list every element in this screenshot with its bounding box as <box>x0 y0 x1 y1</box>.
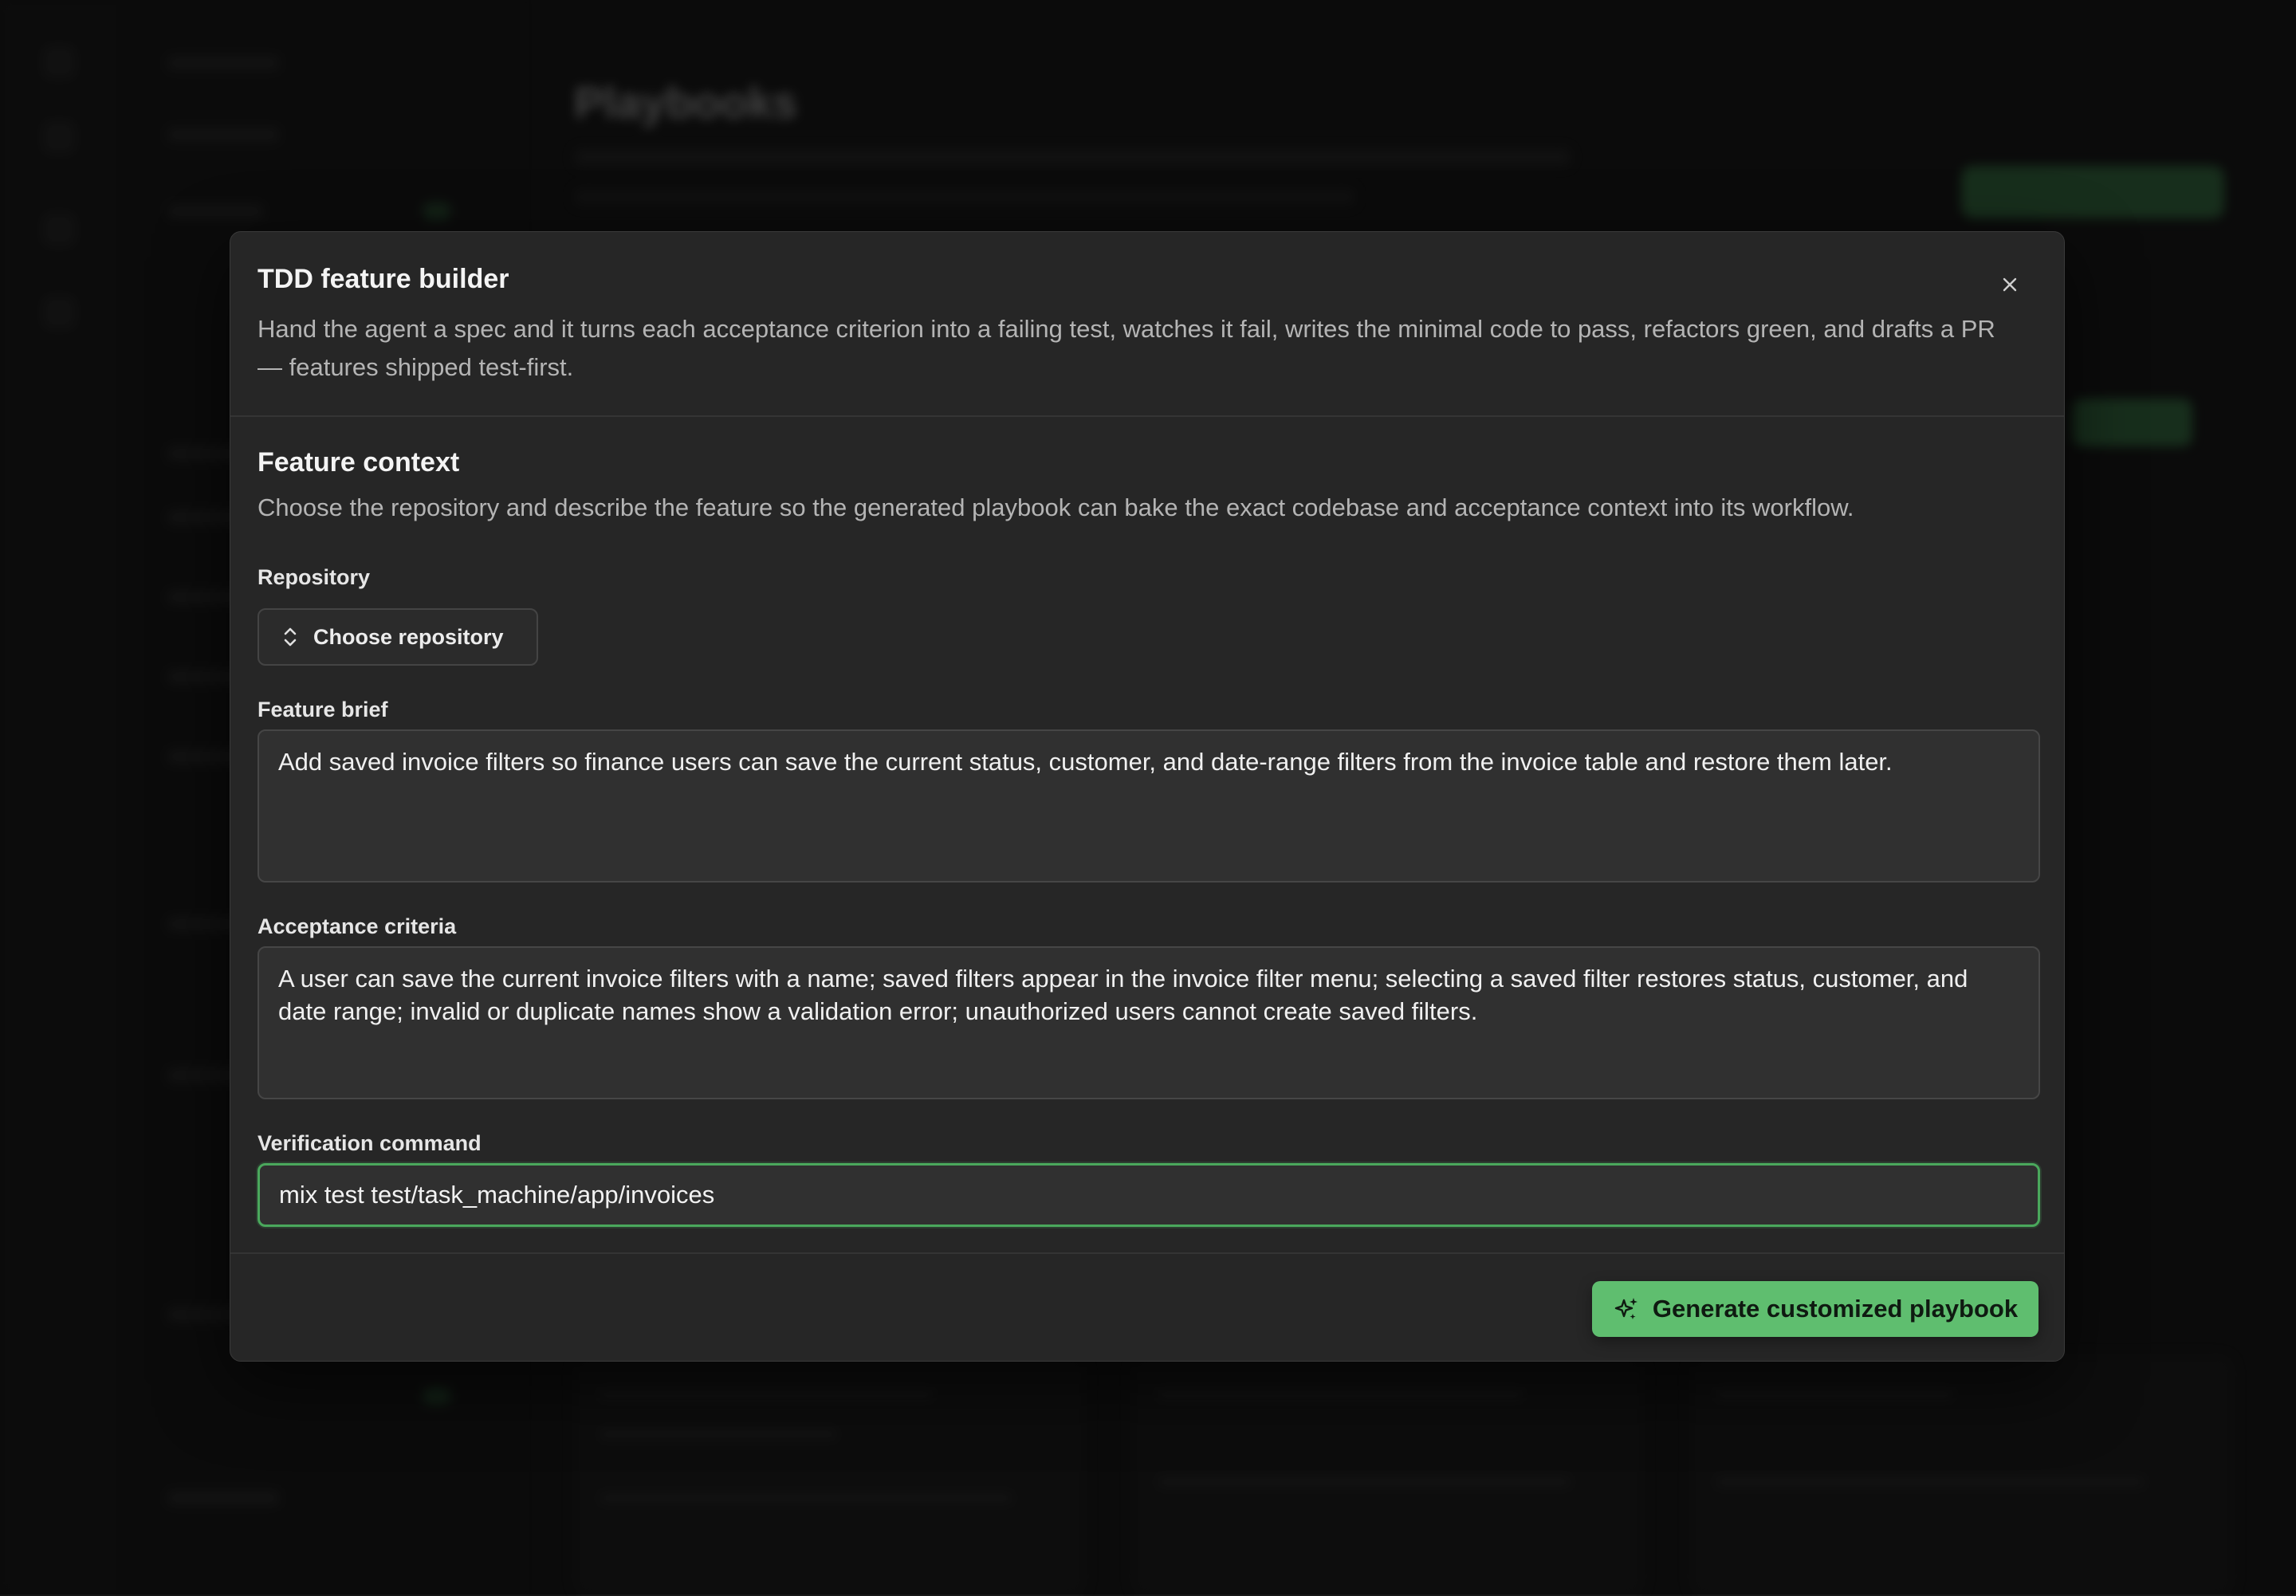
dialog-footer: Generate customized playbook <box>230 1252 2064 1361</box>
close-button[interactable] <box>1992 267 2027 302</box>
feature-brief-label: Feature brief <box>258 698 388 721</box>
choose-repository-label: Choose repository <box>313 624 504 649</box>
verification-command-label: Verification command <box>258 1131 482 1155</box>
choose-repository-button[interactable]: Choose repository <box>258 608 538 666</box>
feature-brief-textarea[interactable]: Add saved invoice filters so finance use… <box>258 729 2040 883</box>
generate-playbook-button[interactable]: Generate customized playbook <box>1592 1281 2038 1337</box>
acceptance-criteria-textarea[interactable]: A user can save the current invoice filt… <box>258 946 2040 1099</box>
section-description: Choose the repository and describe the f… <box>258 493 1854 521</box>
acceptance-criteria-label: Acceptance criteria <box>258 914 457 938</box>
dialog-title: TDD feature builder <box>258 264 509 294</box>
dialog-header: TDD feature builder Hand the agent a spe… <box>230 232 2064 417</box>
section-title: Feature context <box>258 447 460 478</box>
repository-label: Repository <box>258 565 371 589</box>
sparkles-icon <box>1614 1298 1637 1319</box>
chevron-up-down-icon <box>284 627 297 647</box>
dialog-description: Hand the agent a spec and it turns each … <box>258 315 1995 381</box>
close-icon <box>2003 277 2017 292</box>
playbook-dialog: TDD feature builder Hand the agent a spe… <box>230 231 2065 1362</box>
generate-playbook-label: Generate customized playbook <box>1652 1295 2019 1323</box>
verification-command-input[interactable]: mix test test/task_machine/app/invoices <box>258 1163 2040 1227</box>
